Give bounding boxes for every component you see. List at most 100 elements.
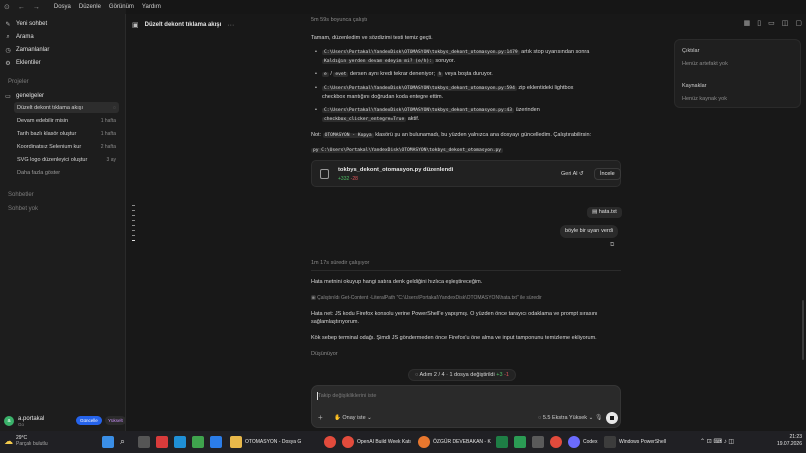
sidebar-item-0[interactable]: Düzelt dekont tıklama akışı ◌ <box>14 102 119 113</box>
search-icon[interactable]: ⌕ <box>120 436 132 448</box>
scroll-tick <box>132 230 135 231</box>
add-attachment-icon[interactable]: + <box>318 413 323 422</box>
ran-command[interactable]: ▣ Çalıştırıldı Get-Content -LiteralPath … <box>311 294 542 302</box>
sidebar-item-2[interactable]: Tarih bazlı klasör oluştur 1 hafta <box>14 128 119 139</box>
approval-mode-dropdown[interactable]: ✋ Onay iste ⌄ <box>334 415 372 421</box>
taskbar-app-3[interactable]: Codex <box>583 439 597 445</box>
split-icon[interactable]: ◫ <box>782 19 789 27</box>
code-inline: C:\Users\Portakal\YandexDisk\OTOMASYON\t… <box>322 108 515 113</box>
sidebar-item-meta: 2 hafta <box>100 143 116 150</box>
project-genelgeler[interactable]: ▭ genelgeler <box>4 90 121 102</box>
elapsed-mid: 1m 17s süredir çalışıyor <box>311 260 370 266</box>
update-button[interactable]: Güncelle <box>76 416 102 425</box>
file-edit-card[interactable]: tokbys_dekont_otomasyon.py düzenlendi +3… <box>311 160 621 187</box>
intro-text: Tamam, düzenledim ve sözdizimi testi tem… <box>311 35 433 41</box>
powershell-icon[interactable] <box>604 436 616 448</box>
elapsed-top: 5m 59s boyunca çalıştı <box>311 17 368 23</box>
scheduled-label: Zamanlanlar <box>16 47 50 53</box>
composer-input[interactable]: Takip değişikliklerini iste <box>318 393 376 399</box>
menu-edit[interactable]: Düzenle <box>79 4 101 10</box>
plugins-button[interactable]: ⚙ Eklentiler <box>4 57 121 69</box>
note-prefix: Not: <box>311 132 322 138</box>
clock-time: 21:23 <box>789 434 802 440</box>
app-icon[interactable] <box>532 436 544 448</box>
app-icon[interactable] <box>496 436 508 448</box>
chrome-icon[interactable] <box>550 436 562 448</box>
layout-icon[interactable]: ▦ <box>744 19 751 27</box>
app-icon[interactable] <box>156 436 168 448</box>
file-explorer-icon[interactable] <box>230 436 242 448</box>
firefox-icon[interactable] <box>418 436 430 448</box>
more-options-icon[interactable]: ··· <box>227 22 234 29</box>
chat-title: Düzelt dekont tıklama akışı <box>144 22 222 28</box>
model-label: 5.5 Ekstra Yüksek ⌄ <box>542 415 594 421</box>
scheduled-button[interactable]: ◷ Zamanlanlar <box>4 44 121 56</box>
sidebar-item-3[interactable]: Koordinatsız Selenium kur 2 hafta <box>14 141 119 152</box>
profile[interactable]: a a.portakal Go Güncelle Yükselt <box>4 411 126 431</box>
attachment-chip[interactable]: ▤ hata.txt <box>587 207 622 218</box>
step-removed: -1 <box>504 372 509 378</box>
undo-button[interactable]: Geri Al ↺ <box>561 171 584 177</box>
file-icon <box>320 169 329 179</box>
composer[interactable]: Takip değişikliklerini iste + ✋ Onay ist… <box>311 385 621 428</box>
bullet-text: aktif. <box>407 116 420 122</box>
search-button[interactable]: ⌕ Arama <box>4 31 121 43</box>
file-icon: ▤ <box>592 209 598 215</box>
stop-button[interactable] <box>606 412 618 424</box>
bullet-3-cont: checkbox mantığını doğrudan koda entegre… <box>322 94 444 100</box>
reply-3: Kök sebep terminal odağı. Şimdi JS gönde… <box>311 335 597 341</box>
copy-icon[interactable]: ⧉ <box>610 242 614 249</box>
sidebar-item-label: Koordinatsız Selenium kur <box>17 143 82 150</box>
menu-view[interactable]: Görünüm <box>109 4 134 10</box>
task-view-icon[interactable] <box>138 436 150 448</box>
upgrade-button[interactable]: Yükselt <box>105 416 126 425</box>
start-icon[interactable] <box>102 436 114 448</box>
terminal-icon[interactable]: ▭ <box>768 19 775 27</box>
menu-help[interactable]: Yardım <box>142 4 161 10</box>
scroll-tick-active <box>132 240 135 241</box>
scrollbar[interactable] <box>802 300 804 360</box>
new-chat-button[interactable]: ✎ Yeni sohbet <box>4 18 121 30</box>
sidebar-right-icon[interactable]: ▢ <box>795 19 802 27</box>
codex-icon[interactable] <box>568 436 580 448</box>
sidebar-item-label: SVG logo düzenleyici oluştur <box>17 156 88 163</box>
model-selector[interactable]: ◌ 5.5 Ekstra Yüksek ⌄ <box>538 415 593 421</box>
edge-icon[interactable] <box>174 436 186 448</box>
chrome-icon[interactable] <box>324 436 336 448</box>
sidebar-item-4[interactable]: SVG logo düzenleyici oluştur 3 ay <box>14 154 119 165</box>
taskbar-app-0[interactable]: OTOMASYON - Dosya G <box>245 439 301 445</box>
taskbar-app-4[interactable]: Windows PowerShell <box>619 439 666 445</box>
clock[interactable]: 21:23 19.07.2026 <box>777 434 802 448</box>
clock-icon: ◷ <box>5 47 11 54</box>
microphone-icon[interactable]: 🎙 <box>595 414 603 421</box>
forward-arrow-icon[interactable]: → <box>33 4 40 11</box>
show-more-link[interactable]: Daha fazla göster <box>14 167 119 178</box>
weather-widget[interactable]: ☁ 29°C Parçalı bulutlu <box>4 435 48 447</box>
search-icon: ⌕ <box>6 33 10 40</box>
sidebar-item-meta: 3 ay <box>106 156 116 163</box>
tray-icons[interactable]: ⌃ ⊡ ⌨ ♪ ◫ <box>700 438 734 445</box>
menu-file[interactable]: Dosya <box>54 4 71 10</box>
panel-toggle-icon[interactable]: ▯ <box>757 19 761 27</box>
step-banner[interactable]: ◌ Adım 2 / 4 · 1 dosya değiştirildi +3 -… <box>408 369 516 381</box>
sidebar-item-1[interactable]: Devam edebilir misin 1 hafta <box>14 115 119 126</box>
sidebar-item-label: Tarih bazlı klasör oluştur <box>17 130 77 137</box>
review-button[interactable]: İncele <box>594 168 621 180</box>
app-icon[interactable] <box>514 436 526 448</box>
chrome-icon[interactable] <box>342 436 354 448</box>
note-text: Not: OTOMASYON - Kopya klasörü şu an bul… <box>311 131 591 140</box>
taskbar-app-1[interactable]: OpenAI Build Week Katı <box>357 439 411 445</box>
app-icon[interactable] <box>192 436 204 448</box>
taskbar-app-2[interactable]: ÖZGÜR DEVEBAKAN - K <box>433 439 491 445</box>
bullet-text: veya boşta duruyor. <box>444 71 493 77</box>
scroll-tick <box>132 215 135 216</box>
mail-icon[interactable] <box>210 436 222 448</box>
step-text: Adım 2 / 4 · 1 dosya değiştirildi <box>419 372 495 378</box>
code-inline: C:\Users\Portakal\YandexDisk\OTOMASYON\t… <box>322 86 517 91</box>
back-arrow-icon[interactable]: ← <box>18 4 25 11</box>
weather-text: Parçalı bulutlu <box>16 441 48 447</box>
scroll-tick <box>132 210 135 211</box>
approval-mode-label: Onay iste ⌄ <box>342 415 372 421</box>
bullet-text: dersen aynı kredi tekrar deneniyor; <box>349 71 435 77</box>
window-menu-icon[interactable]: ⊙ <box>4 3 10 11</box>
